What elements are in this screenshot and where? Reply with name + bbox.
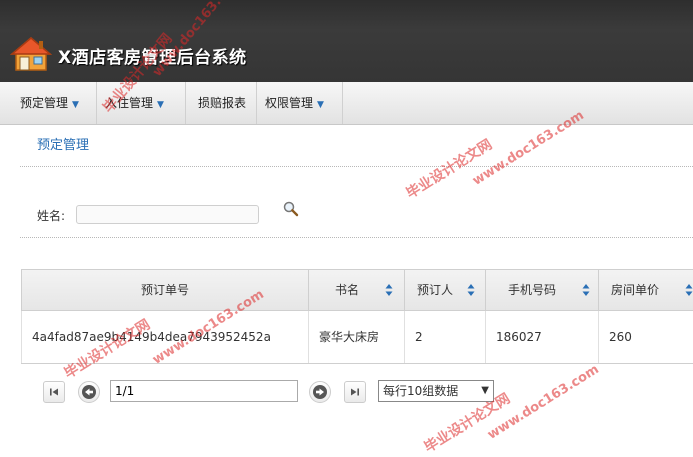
page-number-input[interactable] (110, 380, 298, 402)
app-title: X酒店客房管理后台系统 (58, 48, 247, 68)
sort-icon[interactable] (685, 283, 693, 297)
cell-room-name: 豪华大床房 (309, 311, 405, 363)
watermark-url: www.doc163.com (485, 361, 602, 443)
page-title: 预定管理 (37, 138, 90, 153)
nav-item-label: 预定管理 (20, 96, 69, 110)
nav-item-label: 入住管理 (105, 96, 154, 110)
cell-room-price: 260 (609, 330, 632, 344)
cell-guest-count: 2 (405, 311, 486, 363)
reservation-table: 预订单号 书名 预订人 手机号码 房间单价 4a4fad87ae9b4149b4… (21, 269, 693, 364)
column-header-order-id[interactable]: 预订单号 (21, 270, 309, 310)
prev-page-button[interactable] (78, 381, 100, 403)
column-header-room-name[interactable]: 书名 (309, 270, 405, 310)
sort-icon[interactable] (385, 283, 393, 297)
chevron-down-icon: ▼ (72, 100, 79, 110)
rows-per-page-select[interactable]: 每行10组数据 ▼ (378, 380, 494, 402)
watermark-text: 毕业设计论文网 (403, 136, 496, 203)
app-header: X酒店客房管理后台系统 (0, 0, 693, 82)
nav-item-label: 权限管理 (265, 96, 314, 110)
house-icon (10, 37, 52, 71)
main-nav: 预定管理 ▼ 入住管理 ▼ 损赔报表 权限管理 ▼ (0, 82, 693, 125)
name-search-input[interactable] (76, 205, 259, 224)
first-page-button[interactable] (43, 381, 65, 403)
cell-phone: 186027 (486, 311, 599, 363)
chevron-down-icon: ▼ (317, 100, 324, 110)
column-header-phone[interactable]: 手机号码 (486, 270, 599, 310)
cell-order-id: 4a4fad87ae9b4149b4dea7943952452a (21, 311, 309, 363)
nav-item-reservation[interactable]: 预定管理 ▼ (12, 82, 97, 124)
last-page-button[interactable] (344, 381, 366, 403)
name-label: 姓名: (37, 209, 66, 223)
first-page-icon (50, 388, 58, 396)
nav-item-permissions[interactable]: 权限管理 ▼ (257, 82, 343, 124)
sort-icon[interactable] (467, 283, 475, 297)
nav-item-checkin[interactable]: 入住管理 ▼ (97, 82, 186, 124)
divider (20, 237, 693, 238)
sort-icon[interactable] (582, 283, 590, 297)
column-header-room-price[interactable]: 房间单价 (599, 270, 693, 310)
dropdown-arrow-icon: ▼ (481, 385, 489, 396)
magnifier-icon[interactable] (282, 200, 300, 218)
arrow-right-icon (313, 385, 327, 399)
divider (20, 166, 693, 167)
chevron-down-icon: ▼ (157, 100, 164, 110)
arrow-left-icon (82, 385, 96, 399)
nav-item-label: 损赔报表 (198, 96, 247, 110)
table-header: 预订单号 书名 预订人 手机号码 房间单价 (21, 270, 693, 311)
nav-item-damage-report[interactable]: 损赔报表 (186, 82, 257, 124)
table-row[interactable]: 4a4fad87ae9b4149b4dea7943952452a 豪华大床房 2… (21, 311, 693, 364)
last-page-icon (351, 388, 359, 396)
column-header-guest-count[interactable]: 预订人 (405, 270, 486, 310)
next-page-button[interactable] (309, 381, 331, 403)
